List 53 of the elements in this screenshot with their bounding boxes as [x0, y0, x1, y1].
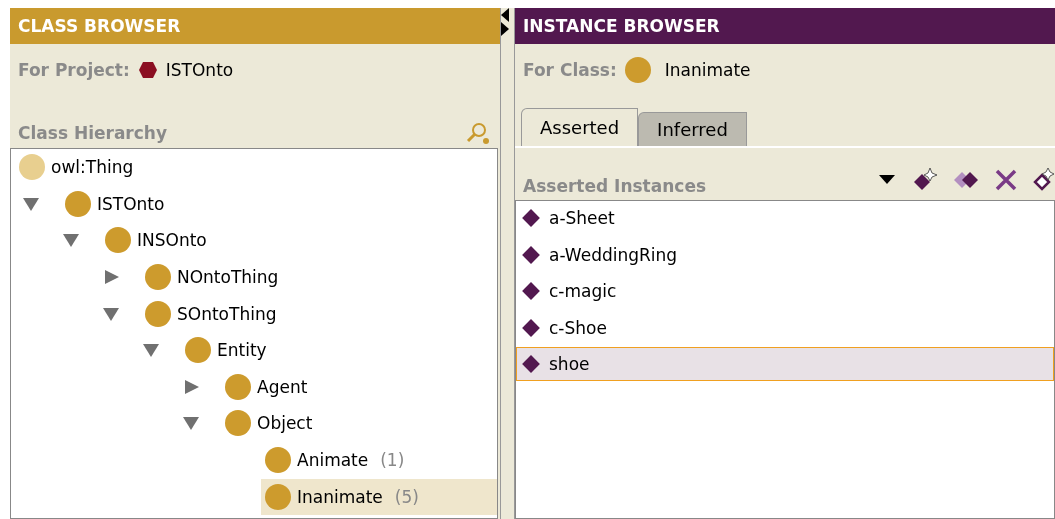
collapse-triangle-icon[interactable]: [141, 342, 161, 359]
instance-item[interactable]: shoe: [516, 347, 1054, 382]
tree-item[interactable]: NOntoThing: [141, 259, 283, 296]
class-name: Inanimate: [664, 60, 751, 80]
tree-item[interactable]: INSOnto: [101, 222, 211, 259]
collapse-triangle-icon[interactable]: [101, 305, 121, 322]
class-circle-icon: [145, 300, 171, 327]
add-instance-outline-icon[interactable]: [1033, 167, 1055, 193]
instance-item[interactable]: c-magic: [516, 274, 1054, 309]
project-name: ISTOnto: [165, 60, 234, 80]
duplicate-instance-icon[interactable]: [953, 170, 979, 190]
tree-item[interactable]: Animate (1): [261, 442, 409, 479]
collapse-left-arrow-icon[interactable]: [501, 8, 509, 22]
class-circle-icon: [225, 373, 251, 400]
class-label: For Class:: [523, 60, 617, 80]
collapse-triangle-icon[interactable]: [181, 415, 201, 432]
diamond-icon: [521, 244, 541, 265]
panel-title: INSTANCE BROWSER: [515, 8, 1055, 44]
collapse-triangle-icon[interactable]: [21, 195, 41, 212]
tree-item[interactable]: Agent: [221, 368, 312, 405]
instance-item[interactable]: a-Sheet: [516, 201, 1054, 235]
delete-icon[interactable]: [995, 169, 1017, 191]
tree-item[interactable]: Inanimate (5): [261, 478, 497, 515]
class-circle-icon: [19, 154, 45, 181]
tree-item[interactable]: owl:Thing: [15, 149, 138, 186]
dropdown-caret-icon[interactable]: [879, 175, 895, 185]
tree-item[interactable]: SOntoThing: [141, 295, 281, 332]
class-circle-icon: [185, 337, 211, 364]
section-label: Asserted Instances: [523, 175, 708, 196]
expand-right-arrow-icon[interactable]: [501, 22, 509, 36]
panel-title: CLASS BROWSER: [10, 8, 500, 44]
class-circle-icon: [265, 483, 291, 510]
class-circle-icon: [225, 410, 251, 437]
diamond-icon: [521, 281, 541, 302]
project-label: For Project:: [18, 60, 130, 80]
section-label: Class Hierarchy: [18, 123, 167, 143]
diamond-icon: [521, 354, 541, 375]
class-circle-icon: [624, 57, 651, 83]
class-circle-icon: [265, 447, 291, 474]
instance-item[interactable]: a-WeddingRing: [516, 237, 1054, 272]
collapse-triangle-icon[interactable]: [61, 232, 81, 249]
diamond-icon: [521, 208, 541, 228]
class-circle-icon: [105, 227, 131, 254]
tab[interactable]: Inferred: [638, 112, 747, 146]
tree-item[interactable]: Object: [221, 405, 317, 442]
tree-item[interactable]: ISTOnto: [61, 185, 169, 222]
instance-item[interactable]: c-Shoe: [516, 310, 1054, 345]
hexagon-icon: [137, 60, 158, 80]
diamond-icon: [521, 317, 541, 338]
tab[interactable]: Asserted: [521, 108, 639, 146]
tree-item[interactable]: Entity: [181, 332, 271, 369]
class-circle-icon: [65, 190, 91, 217]
class-circle-icon: [145, 264, 171, 291]
